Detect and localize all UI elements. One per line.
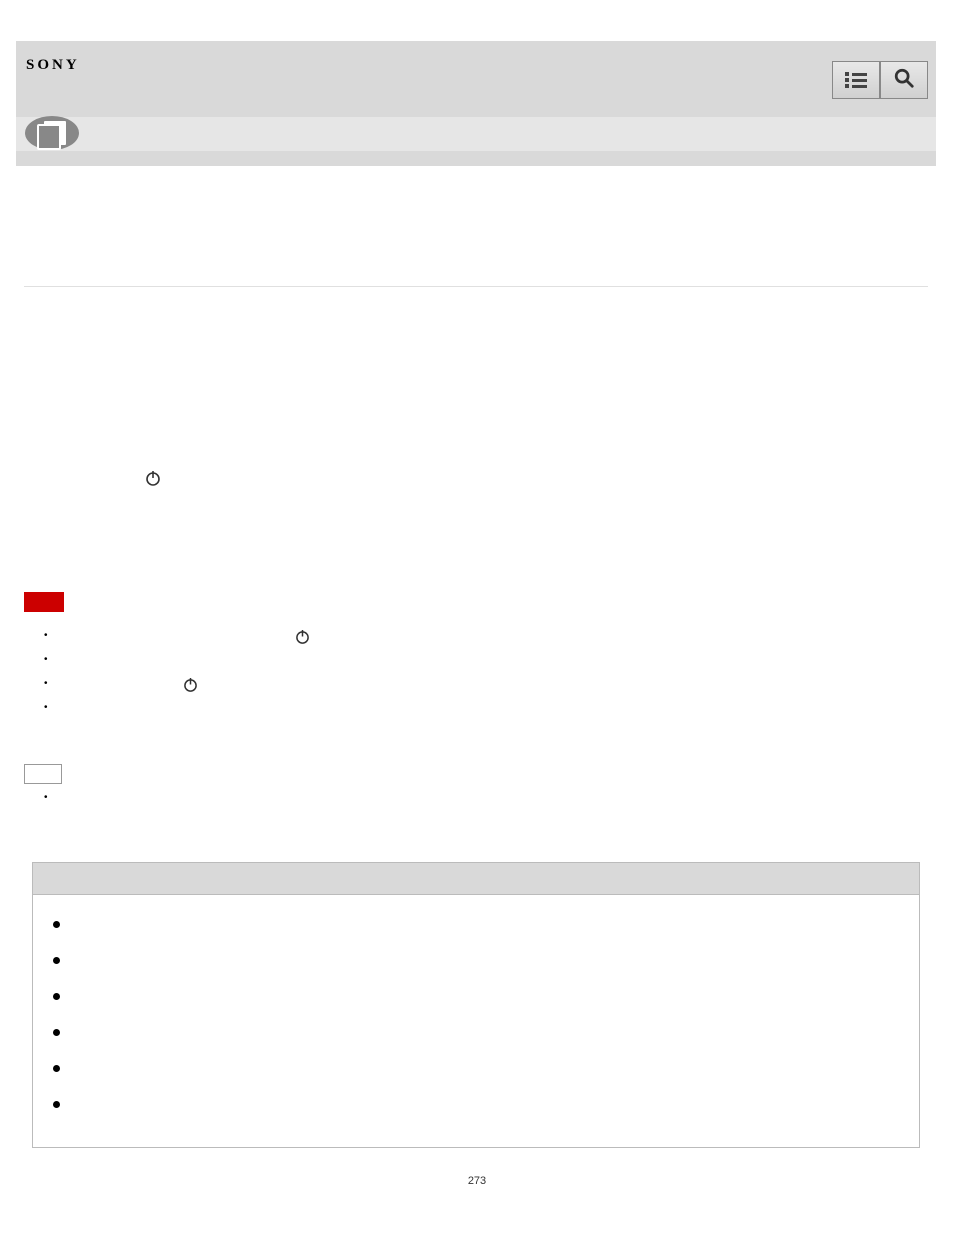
header-bar: SONY [16,41,936,117]
related-header [33,863,919,895]
paragraph [24,467,928,487]
divider [24,286,928,287]
power-icon [182,676,199,693]
related-list [53,913,919,1129]
list-item[interactable] [53,1093,919,1129]
list-item[interactable] [53,1021,919,1057]
note-list [44,792,928,812]
list-item [44,696,928,720]
document-icon [24,115,80,151]
header-buttons [832,61,928,99]
page-content [16,166,936,1148]
search-icon [893,67,915,94]
menu-icon [845,72,867,88]
list-item[interactable] [53,949,919,985]
brand-logo: SONY [26,57,80,74]
power-icon [144,469,162,487]
list-item [44,648,928,672]
warning-label [24,592,64,612]
note-label [24,764,62,784]
list-item[interactable] [53,985,919,1021]
menu-button[interactable] [832,61,880,99]
related-box [32,862,920,1148]
warning-list [44,624,928,720]
section-bar [16,117,936,151]
page-number: 273 [0,1175,954,1187]
list-item[interactable] [53,1057,919,1093]
list-item [44,792,928,812]
list-item[interactable] [53,913,919,949]
list-item [44,672,928,696]
list-item [44,624,928,648]
header-strip [16,151,936,166]
power-icon [294,628,311,645]
search-button[interactable] [880,61,928,99]
